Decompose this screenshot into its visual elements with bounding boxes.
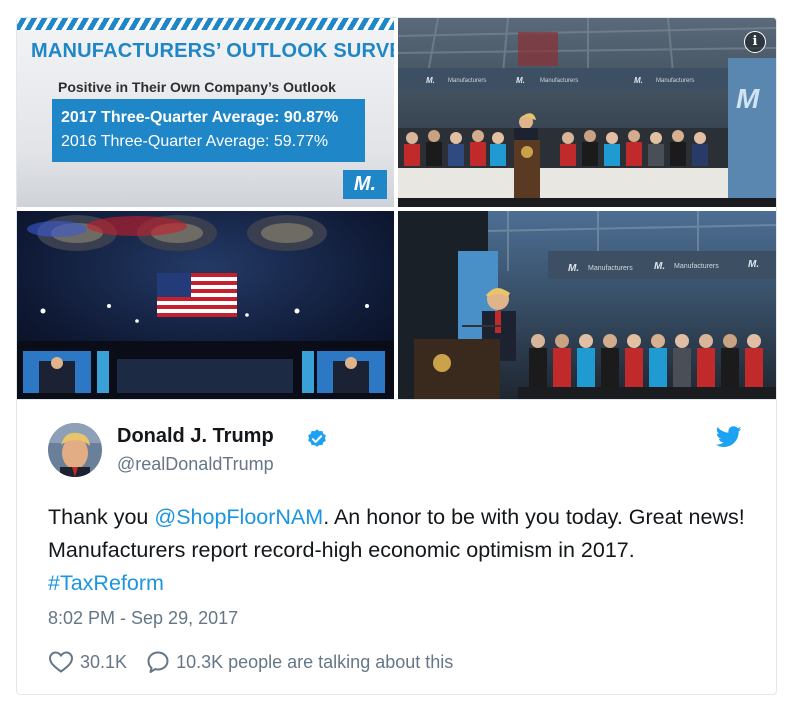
- hashtag-link[interactable]: #TaxReform: [48, 571, 164, 595]
- svg-text:Manufacturers: Manufacturers: [656, 78, 694, 84]
- tweet-actions: 30.1K 10.3K people are talking about thi…: [48, 650, 467, 676]
- avatar[interactable]: [48, 423, 102, 477]
- comment-bubble-icon: [147, 651, 169, 673]
- avatar-graphic: [48, 423, 102, 477]
- banner-text: Manufacturers: [448, 78, 486, 84]
- like-count: 30.1K: [80, 651, 128, 672]
- photo-ballroom-flag-graphic: [17, 211, 394, 399]
- stat-2016: 2016 Three-Quarter Average: 59.77%: [61, 133, 329, 150]
- tweet-text: Thank you @ShopFloorNAM. An honor to be …: [48, 501, 748, 600]
- photo-stage-podium[interactable]: M. Manufacturers M. Manufacturers M. Man…: [398, 18, 776, 207]
- conversation-button[interactable]: 10.3K people are talking about this: [146, 650, 453, 674]
- decorative-stripe: [17, 18, 394, 30]
- banner-logo: M.: [426, 76, 435, 85]
- svg-text:M.: M.: [748, 259, 759, 270]
- twitter-bird-icon[interactable]: [716, 426, 742, 448]
- photo-stage-podium-graphic: M. Manufacturers M. Manufacturers M. Man…: [398, 18, 776, 207]
- svg-text:Manufacturers: Manufacturers: [674, 263, 719, 270]
- photo-ballroom-flag[interactable]: [17, 211, 394, 399]
- tweet-text-part-1: Thank you: [48, 505, 155, 529]
- svg-text:M.: M.: [568, 263, 579, 274]
- svg-text:M: M: [736, 83, 760, 114]
- infographic-title: MANUFACTURERS’ OUTLOOK SURVEY: [31, 40, 394, 62]
- svg-text:Manufacturers: Manufacturers: [540, 78, 578, 84]
- info-icon[interactable]: i: [744, 31, 766, 53]
- stat-2017: 2017 Three-Quarter Average: 90.87%: [61, 109, 339, 126]
- svg-text:M.: M.: [516, 76, 525, 85]
- infographic-subtitle: Positive in Their Own Company’s Outlook: [58, 79, 336, 95]
- svg-text:M.: M.: [634, 76, 643, 85]
- tweet-card[interactable]: MANUFACTURERS’ OUTLOOK SURVEY Positive i…: [16, 17, 777, 695]
- infographic-stats-box: 2017 Three-Quarter Average: 90.87% 2016 …: [52, 99, 365, 162]
- like-button[interactable]: 30.1K: [48, 650, 127, 674]
- infographic-image[interactable]: MANUFACTURERS’ OUTLOOK SURVEY Positive i…: [17, 18, 394, 207]
- author-handle[interactable]: @realDonaldTrump: [117, 454, 274, 475]
- author-name[interactable]: Donald J. Trump: [117, 425, 274, 448]
- verified-badge-icon: [308, 429, 326, 447]
- svg-text:M.: M.: [654, 261, 665, 272]
- photo-speaker-audience[interactable]: M. Manufacturers M. Manufacturers M.: [398, 211, 776, 399]
- nam-logo: M.: [343, 170, 387, 199]
- talking-text: 10.3K people are talking about this: [176, 651, 454, 672]
- svg-text:Manufacturers: Manufacturers: [588, 265, 633, 272]
- mention-link[interactable]: @ShopFloorNAM: [154, 505, 323, 529]
- photo-speaker-audience-graphic: M. Manufacturers M. Manufacturers M.: [398, 211, 776, 399]
- us-flag: [157, 273, 237, 317]
- media-grid[interactable]: MANUFACTURERS’ OUTLOOK SURVEY Positive i…: [17, 18, 776, 399]
- heart-icon: [48, 651, 74, 673]
- media-divider: [17, 399, 776, 400]
- tweet-timestamp[interactable]: 8:02 PM - Sep 29, 2017: [48, 608, 238, 629]
